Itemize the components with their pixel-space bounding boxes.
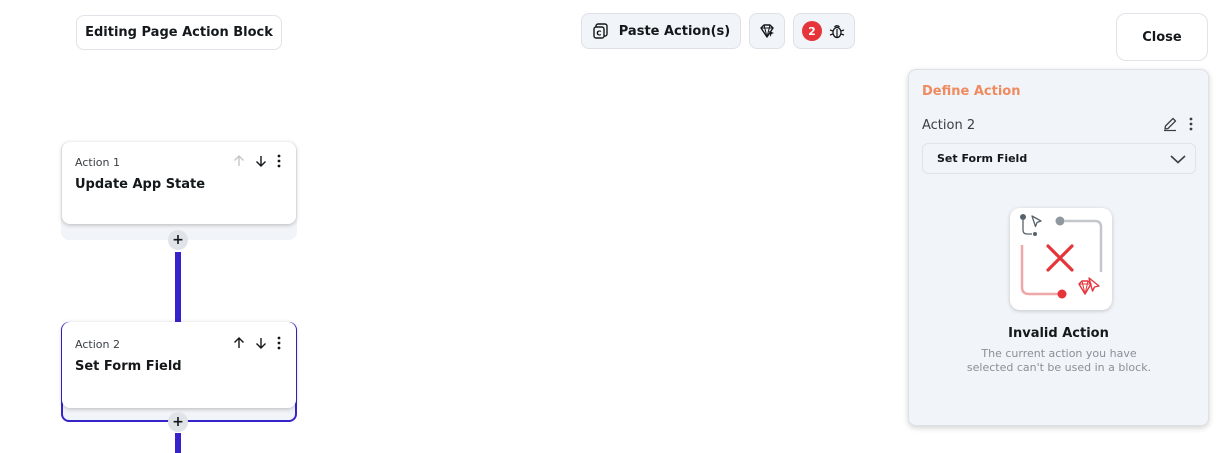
define-action-panel: Define Action Action 2 Set Form Field In… xyxy=(908,69,1209,426)
gem-button[interactable] xyxy=(749,13,785,49)
paste-actions-label: Paste Action(s) xyxy=(618,23,731,39)
action-name: Action 2 xyxy=(922,118,976,133)
error-count-badge: 2 xyxy=(802,21,822,41)
debug-button[interactable]: 2 xyxy=(793,13,855,49)
paste-actions-button[interactable]: C Paste Action(s) xyxy=(581,13,741,49)
add-action-button[interactable]: + xyxy=(168,412,188,432)
action-card-1-container: Action 1 Update App State xyxy=(61,142,297,240)
more-options-icon[interactable] xyxy=(1188,117,1194,131)
action-type: Update App State xyxy=(75,177,206,192)
invalid-action-illustration xyxy=(1010,208,1112,310)
action-type: Set Form Field xyxy=(75,359,182,374)
more-options-icon[interactable] xyxy=(276,336,282,350)
paste-icon: C xyxy=(593,23,608,39)
action-card-1[interactable]: Action 1 Update App State xyxy=(62,142,296,224)
move-up-icon[interactable] xyxy=(232,336,246,350)
connector-line xyxy=(175,252,181,322)
invalid-action-description: The current action you have selected can… xyxy=(966,347,1152,374)
action-type-dropdown[interactable]: Set Form Field xyxy=(922,143,1196,174)
action-card-2[interactable]: Action 2 Set Form Field xyxy=(62,322,296,408)
bug-icon xyxy=(829,25,845,39)
move-up-icon[interactable] xyxy=(232,154,246,168)
close-button[interactable]: Close xyxy=(1116,13,1208,61)
gem-cursor-icon xyxy=(760,24,774,38)
add-action-button[interactable]: + xyxy=(168,230,188,250)
svg-text:C: C xyxy=(596,30,601,38)
page-title: Editing Page Action Block xyxy=(76,15,282,50)
selected-action-label: Set Form Field xyxy=(937,152,1028,165)
panel-title: Define Action xyxy=(922,84,1021,99)
move-down-icon[interactable] xyxy=(254,336,268,350)
more-options-icon[interactable] xyxy=(276,154,282,168)
invalid-action-icon xyxy=(1020,214,1103,299)
move-down-icon[interactable] xyxy=(254,154,268,168)
edit-icon[interactable] xyxy=(1162,116,1178,132)
chevron-down-icon xyxy=(1170,154,1186,164)
action-card-2-container: Action 2 Set Form Field xyxy=(61,322,297,422)
connector-line xyxy=(175,433,181,453)
invalid-action-title: Invalid Action xyxy=(1008,326,1109,341)
